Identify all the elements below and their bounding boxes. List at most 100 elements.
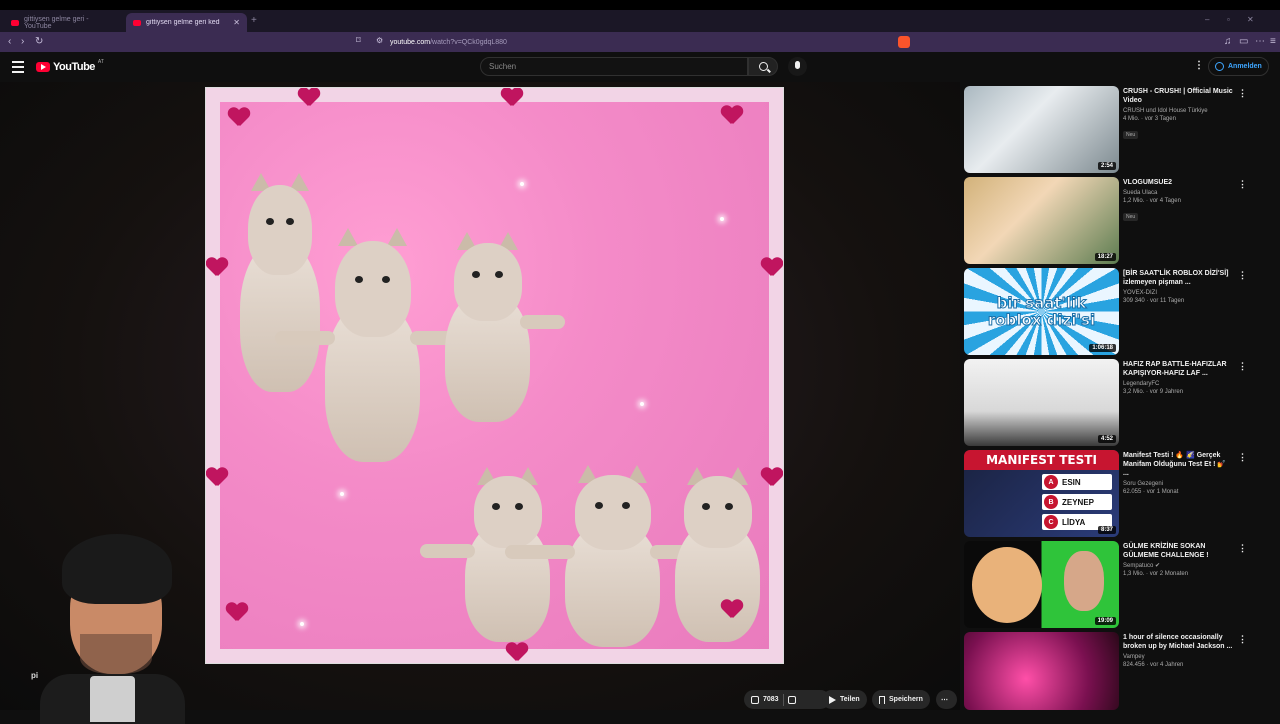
- more-options-icon[interactable]: ⋮: [1238, 179, 1247, 190]
- menu-icon[interactable]: ≡: [1270, 36, 1276, 47]
- hamburger-menu-icon[interactable]: [12, 61, 24, 76]
- view-count: 309 340: [1123, 298, 1145, 304]
- list-item[interactable]: bir saat'lik roblox dizi'si 1:06:18 [BİR…: [964, 268, 1254, 356]
- tab-active[interactable]: gittiysen gelme geri kedi - YouTu ✕: [126, 13, 247, 32]
- option-letter: B: [1044, 495, 1058, 509]
- save-button[interactable]: Speichern: [872, 690, 930, 709]
- upload-age: vor 1 Monat: [1146, 489, 1179, 495]
- more-options-icon[interactable]: ⋮: [1238, 634, 1247, 645]
- tab-inactive[interactable]: gittiysen gelme geri - YouTube: [4, 13, 124, 32]
- list-item[interactable]: 18:27 VLOGUMSUE2 Sueda Ulaca 1,2 Mio. · …: [964, 177, 1254, 265]
- search-button[interactable]: [748, 57, 778, 76]
- list-item[interactable]: 19:09 GÜLME KRİZİNE SOKAN GÜLMEME CHALLE…: [964, 541, 1254, 629]
- more-options-icon[interactable]: ⋮: [1238, 452, 1247, 463]
- reload-icon[interactable]: ↻: [35, 36, 43, 47]
- tab-title: gittiysen gelme geri kedi - YouTu: [146, 19, 221, 26]
- more-actions-button[interactable]: ⋯: [936, 690, 957, 709]
- video-thumbnail[interactable]: 18:27: [964, 177, 1119, 264]
- video-thumbnail[interactable]: [964, 632, 1119, 710]
- thumbs-down-icon[interactable]: [787, 695, 796, 704]
- forward-icon[interactable]: ›: [21, 36, 24, 47]
- video-thumbnail[interactable]: 19:09: [964, 541, 1119, 628]
- channel-label: Sempatuco: [1123, 563, 1154, 569]
- video-title[interactable]: Manifest Testi ! 🔥 🌠 Gerçek Manifam Oldu…: [1123, 451, 1233, 478]
- sign-in-label: Anmelden: [1228, 63, 1262, 70]
- upload-age: vor 11 Tagen: [1150, 298, 1185, 304]
- video-title[interactable]: GÜLME KRİZİNE SOKAN GÜLMEME CHALLENGE !: [1123, 542, 1233, 560]
- youtube-play-icon: [36, 62, 50, 72]
- list-item[interactable]: MANIFEST TESTI A ESIN B ZEYNEP C LİDYA 8:37…: [964, 450, 1254, 538]
- maximize-icon[interactable]: ▫: [1227, 15, 1230, 24]
- list-item[interactable]: 2:54 CRUSH - CRUSH! | Official Music Vid…: [964, 86, 1254, 174]
- brave-shield-icon[interactable]: [898, 36, 910, 48]
- address-bar[interactable]: ⌑ ⚙ youtube.com /watch?v=QCk0gdqL880: [350, 34, 918, 50]
- site-info-icon[interactable]: ⚙: [376, 36, 383, 45]
- upload-age: vor 4 Tagen: [1149, 198, 1181, 204]
- save-icon: [879, 695, 885, 704]
- country-code: AT: [97, 59, 104, 65]
- channel-name[interactable]: Sueda Ulaca: [1123, 189, 1233, 197]
- duration-badge: 8:37: [1097, 526, 1116, 534]
- video-thumbnail[interactable]: MANIFEST TESTI A ESIN B ZEYNEP C LİDYA 8:37: [964, 450, 1119, 537]
- verified-icon: ✔: [1155, 563, 1161, 569]
- channel-name[interactable]: LegendaryFC: [1123, 380, 1233, 388]
- share-icon: [829, 695, 836, 704]
- video-player[interactable]: [205, 87, 784, 664]
- url-path: /watch?v=QCk0gdqL880: [430, 38, 507, 46]
- browser-tabstrip: gittiysen gelme geri - YouTube gittiysen…: [0, 0, 1280, 32]
- back-icon[interactable]: ‹: [8, 36, 11, 47]
- share-button[interactable]: Teilen: [822, 690, 867, 709]
- close-tab-icon[interactable]: ✕: [233, 18, 240, 27]
- extensions-icon[interactable]: ⋯: [1255, 36, 1265, 47]
- option-row: B ZEYNEP: [1042, 494, 1112, 510]
- video-thumbnail[interactable]: 4:52: [964, 359, 1119, 446]
- channel-name[interactable]: CRUSH und Idol House Türkiye: [1123, 107, 1233, 115]
- channel-name[interactable]: Soru Gezegeni: [1123, 480, 1233, 488]
- video-title[interactable]: HAFIZ RAP BATTLE-HAFIZLAR KAPIŞIYOR-HAFI…: [1123, 360, 1233, 378]
- window-close-icon[interactable]: ✕: [1247, 15, 1254, 24]
- bookmark-icon[interactable]: ⌑: [356, 35, 361, 46]
- like-count[interactable]: 7083: [763, 696, 779, 703]
- view-count: 1,3 Mio.: [1123, 571, 1145, 577]
- sidebar-toggle-icon[interactable]: ▭: [1239, 36, 1248, 47]
- video-title[interactable]: CRUSH - CRUSH! | Official Music Video: [1123, 87, 1233, 105]
- new-tab-icon[interactable]: +: [251, 15, 257, 26]
- video-title[interactable]: VLOGUMSUE2: [1123, 178, 1233, 187]
- share-label: Teilen: [840, 696, 860, 703]
- more-options-icon[interactable]: ⋮: [1238, 88, 1247, 99]
- heart-icon: [506, 643, 528, 663]
- sign-in-button[interactable]: Anmelden: [1208, 57, 1269, 76]
- heart-icon: [721, 600, 743, 620]
- video-title[interactable]: [BİR SAAT'LİK ROBLOX DİZİ'Sİ] izlemeyen …: [1123, 269, 1233, 287]
- upload-age: vor 3 Tagen: [1144, 116, 1176, 122]
- list-item[interactable]: 4:52 HAFIZ RAP BATTLE-HAFIZLAR KAPIŞIYOR…: [964, 359, 1254, 447]
- account-icon: [1215, 62, 1224, 71]
- more-options-icon[interactable]: ⋮: [1238, 361, 1247, 372]
- channel-name[interactable]: Vampey: [1123, 653, 1233, 661]
- option-letter: C: [1044, 515, 1058, 529]
- voice-search-icon[interactable]: [788, 57, 807, 76]
- video-title[interactable]: 1 hour of silence occasionally broken up…: [1123, 633, 1233, 651]
- browser-toolbar: ‹ › ↻ ⌑ ⚙ youtube.com /watch?v=QCk0gdqL8…: [0, 32, 1280, 52]
- view-count: 4 Mio.: [1123, 116, 1140, 122]
- option-name: LİDYA: [1062, 517, 1086, 527]
- media-icon[interactable]: ♫: [1224, 36, 1232, 47]
- streamer-avatar: [40, 534, 185, 724]
- search-input[interactable]: Suchen: [480, 57, 748, 76]
- thumbs-up-icon[interactable]: [751, 695, 759, 704]
- youtube-logo[interactable]: YouTube AT: [36, 59, 104, 73]
- upload-age: vor 9 Jahren: [1149, 389, 1184, 395]
- channel-name[interactable]: Sempatuco ✔: [1123, 562, 1233, 570]
- video-thumbnail[interactable]: bir saat'lik roblox dizi'si 1:06:18: [964, 268, 1119, 355]
- more-options-icon[interactable]: ⋮: [1238, 543, 1247, 554]
- list-item[interactable]: 1 hour of silence occasionally broken up…: [964, 632, 1254, 710]
- laughing-face: [972, 547, 1042, 623]
- settings-more-icon[interactable]: ⋮: [1194, 60, 1204, 71]
- youtube-favicon-icon: [133, 19, 141, 26]
- overlay-text: pi: [31, 671, 39, 680]
- more-options-icon[interactable]: ⋮: [1238, 270, 1247, 281]
- channel-name[interactable]: YOVEX-DIZI: [1123, 289, 1233, 297]
- minimize-icon[interactable]: –: [1205, 15, 1209, 24]
- video-thumbnail[interactable]: 2:54: [964, 86, 1119, 173]
- new-badge: Neu: [1123, 131, 1139, 139]
